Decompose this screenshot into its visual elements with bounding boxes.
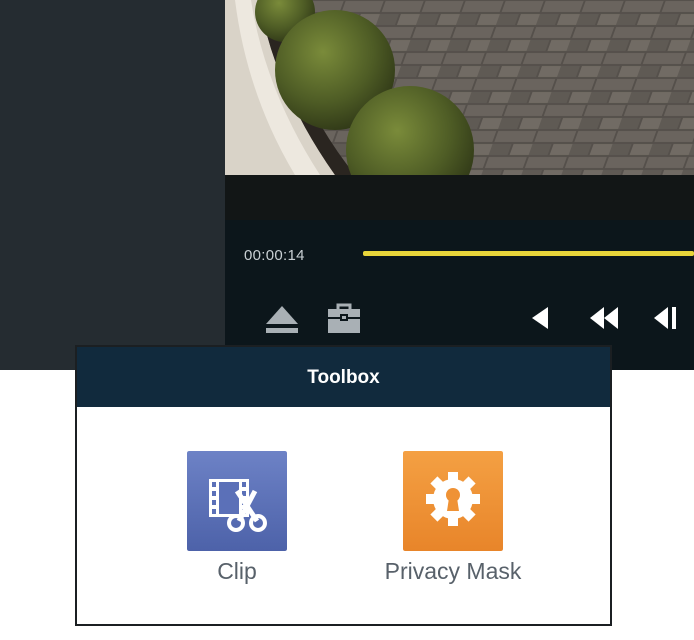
- gear-keyhole-icon: [403, 451, 503, 551]
- clip-scissors-icon: [187, 451, 287, 551]
- eject-icon[interactable]: [265, 304, 299, 334]
- toolbox-title: Toolbox: [77, 347, 610, 407]
- video-image: [225, 0, 694, 175]
- privacy-mask-label: Privacy Mask: [384, 558, 522, 584]
- toolbox-icon[interactable]: [327, 302, 361, 334]
- left-panel: [0, 0, 225, 370]
- rewind-icon[interactable]: [589, 306, 619, 330]
- video-frame: [225, 0, 694, 175]
- video-letterbox: [225, 175, 694, 220]
- play-reverse-icon[interactable]: [528, 306, 552, 330]
- toolbox-dialog: Toolbox Clip Privacy Mask: [75, 345, 612, 626]
- clip-tool[interactable]: Clip: [162, 451, 312, 585]
- step-back-icon[interactable]: [651, 306, 679, 330]
- clip-label: Clip: [217, 558, 257, 584]
- privacy-mask-tool[interactable]: Privacy Mask: [378, 451, 528, 585]
- timecode: 00:00:14: [244, 247, 305, 264]
- timeline-slider[interactable]: [363, 251, 694, 256]
